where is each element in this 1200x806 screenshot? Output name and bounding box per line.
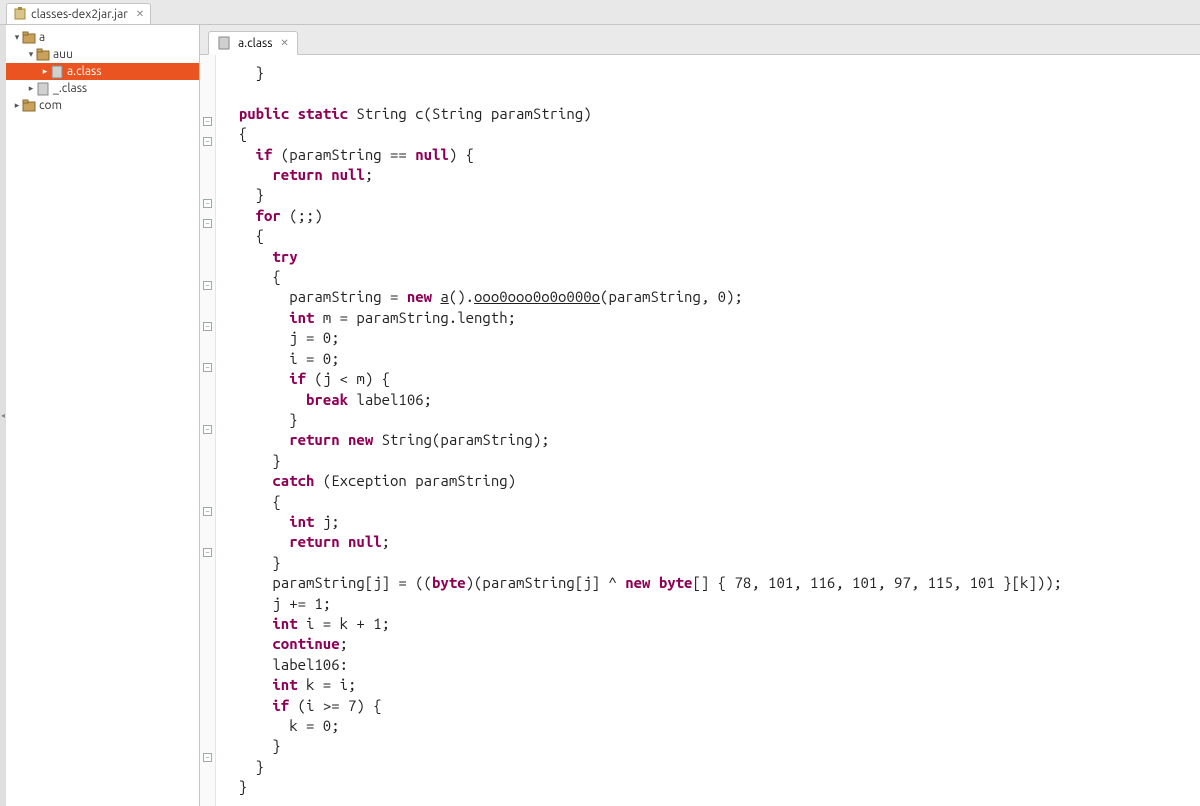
tree-node-a-class[interactable]: ▸ a.class	[6, 63, 199, 80]
tree-label: com	[39, 99, 62, 112]
fold-toggle-icon[interactable]: −	[203, 363, 212, 372]
editor-file-tab[interactable]: classes-dex2jar.jar ✕	[6, 3, 151, 24]
class-file-icon	[50, 65, 64, 79]
expand-toggle-icon[interactable]: ▾	[12, 32, 22, 43]
jar-file-icon	[13, 7, 27, 21]
source-code-view[interactable]: } public static String c(String paramStr…	[216, 55, 1200, 806]
tree-node-a[interactable]: ▾ a	[6, 29, 199, 46]
fold-toggle-icon[interactable]: −	[203, 117, 212, 126]
fold-toggle-icon[interactable]: −	[203, 137, 212, 146]
editor-gutter[interactable]: − − − − − − − − − − −	[200, 55, 216, 806]
tree-label: _.class	[53, 82, 87, 95]
editor-panel: a.class ✕ − − − − − − − − − − − } public static St…	[200, 25, 1200, 806]
close-icon[interactable]: ✕	[280, 37, 288, 49]
package-icon	[22, 31, 36, 45]
tree-label: auu	[53, 48, 73, 61]
package-icon	[36, 48, 50, 62]
editor-tab-a-class[interactable]: a.class ✕	[208, 31, 298, 55]
tree-node-auu[interactable]: ▾ auu	[6, 46, 199, 63]
editor-tab-bar: a.class ✕	[200, 25, 1200, 55]
fold-toggle-icon[interactable]: −	[203, 425, 212, 434]
editor-tab-label: a.class	[238, 37, 272, 50]
expand-toggle-icon[interactable]: ▸	[26, 83, 36, 94]
class-file-icon	[217, 36, 231, 50]
close-icon[interactable]: ✕	[136, 8, 144, 20]
tree-node-underscore-class[interactable]: ▸ _.class	[6, 80, 199, 97]
top-tab-label: classes-dex2jar.jar	[31, 8, 128, 21]
fold-toggle-icon[interactable]: −	[203, 507, 212, 516]
fold-toggle-icon[interactable]: −	[203, 753, 212, 762]
fold-toggle-icon[interactable]: −	[203, 219, 212, 228]
tree-label: a	[39, 31, 45, 44]
fold-toggle-icon[interactable]: −	[203, 322, 212, 331]
package-icon	[22, 99, 36, 113]
fold-toggle-icon[interactable]: −	[203, 199, 212, 208]
expand-toggle-icon[interactable]: ▸	[40, 66, 50, 77]
tree-node-com[interactable]: ▸ com	[6, 97, 199, 114]
expand-toggle-icon[interactable]: ▸	[12, 100, 22, 111]
fold-toggle-icon[interactable]: −	[203, 548, 212, 557]
tree-label: a.class	[67, 65, 101, 78]
package-explorer: ▾ a ▾ auu ▸ a.class ▸ _.class ▸ com	[6, 25, 200, 806]
fold-toggle-icon[interactable]: −	[203, 281, 212, 290]
expand-toggle-icon[interactable]: ▾	[26, 49, 36, 60]
top-tab-bar: classes-dex2jar.jar ✕	[0, 0, 1200, 25]
class-file-icon	[36, 82, 50, 96]
